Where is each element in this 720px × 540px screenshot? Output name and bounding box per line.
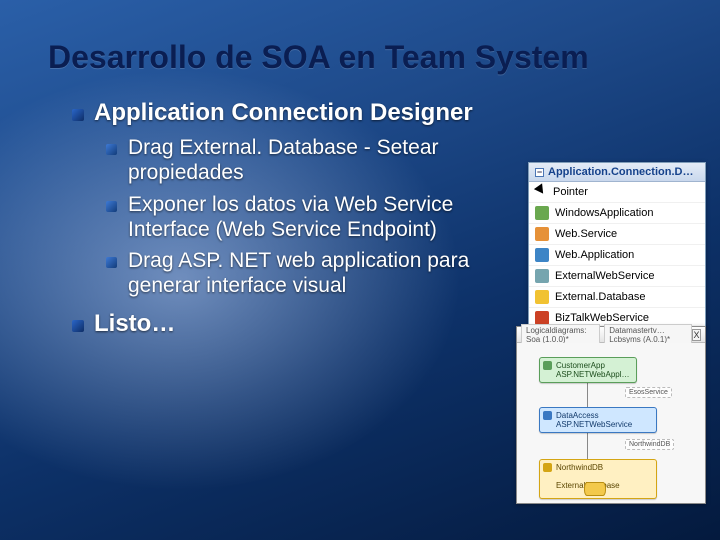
toolbox-item-windowsapp[interactable]: WindowsApplication — [529, 202, 705, 223]
bullet-label: Listo… — [94, 310, 175, 337]
toolbox-item-label: ExternalWebService — [555, 270, 654, 282]
database-icon — [584, 482, 606, 496]
node-label: CustomerApp ASP.NETWebAppl… — [556, 361, 630, 379]
externaldb-icon — [535, 290, 549, 304]
toolbox-item-label: Pointer — [553, 186, 588, 198]
windowsapp-icon — [535, 206, 549, 220]
bullet-label: Drag ASP. NET web application para gener… — [128, 248, 508, 298]
pointer-icon — [534, 183, 550, 200]
toolbox-panel: − Application.Connection.D… Pointer Wind… — [528, 162, 706, 329]
webapp-icon — [535, 248, 549, 262]
close-icon[interactable]: X — [692, 329, 701, 341]
endpoint-label[interactable]: EsosService — [625, 387, 672, 398]
toolbox-item-label: External.Database — [555, 291, 646, 303]
diagram-canvas[interactable]: CustomerApp ASP.NETWebAppl… EsosService … — [517, 343, 705, 503]
toolbox-item-pointer[interactable]: Pointer — [529, 182, 705, 202]
toolbox-item-label: Web.Service — [555, 228, 617, 240]
externalws-icon — [535, 269, 549, 283]
diagram-titlebar: Logicaldiagrams: Soa (1.0.0)* Datamaster… — [517, 327, 705, 343]
webservice-icon — [535, 227, 549, 241]
collapse-icon[interactable]: − — [535, 168, 544, 177]
toolbox-item-label: WindowsApplication — [555, 207, 653, 219]
slide: Desarrollo de SOA en Team System Applica… — [0, 0, 720, 540]
node-dataaccess[interactable]: DataAccess ASP.NETWebService — [539, 407, 657, 433]
node-customerapp[interactable]: CustomerApp ASP.NETWebAppl… — [539, 357, 637, 383]
bullet-label: Drag External. Database - Setear propied… — [128, 135, 508, 185]
toolbox-header[interactable]: − Application.Connection.D… — [529, 163, 705, 182]
diagram-panel: Logicaldiagrams: Soa (1.0.0)* Datamaster… — [516, 326, 706, 504]
toolbox-title: Application.Connection.D… — [548, 166, 693, 178]
diagram-tabs: Logicaldiagrams: Soa (1.0.0)* Datamaster… — [521, 324, 692, 345]
node-label: DataAccess ASP.NETWebService — [556, 411, 632, 429]
slide-title: Desarrollo de SOA en Team System — [48, 40, 680, 75]
toolbox-item-label: BizTalkWebService — [555, 312, 649, 324]
bullet-label: Exponer los datos via Web Service Interf… — [128, 192, 508, 242]
biztalk-icon — [535, 311, 549, 325]
toolbox-item-webservice[interactable]: Web.Service — [529, 223, 705, 244]
toolbox-item-extdb[interactable]: External.Database — [529, 286, 705, 307]
bullet-label: Application Connection Designer — [94, 99, 473, 126]
endpoint-label[interactable]: NorthwindDB — [625, 439, 674, 450]
toolbox-item-label: Web.Application — [555, 249, 634, 261]
toolbox-items: Pointer WindowsApplication Web.Service W… — [529, 182, 705, 328]
toolbox-item-webapp[interactable]: Web.Application — [529, 244, 705, 265]
toolbox-item-extws[interactable]: ExternalWebService — [529, 265, 705, 286]
diagram-tab[interactable]: Datamastertv… Lcbsyms (A.0.1)* — [604, 324, 692, 345]
node-externaldb[interactable]: NorthwindDB ExternalDatabase — [539, 459, 657, 499]
diagram-tab[interactable]: Logicaldiagrams: Soa (1.0.0)* — [521, 324, 600, 345]
